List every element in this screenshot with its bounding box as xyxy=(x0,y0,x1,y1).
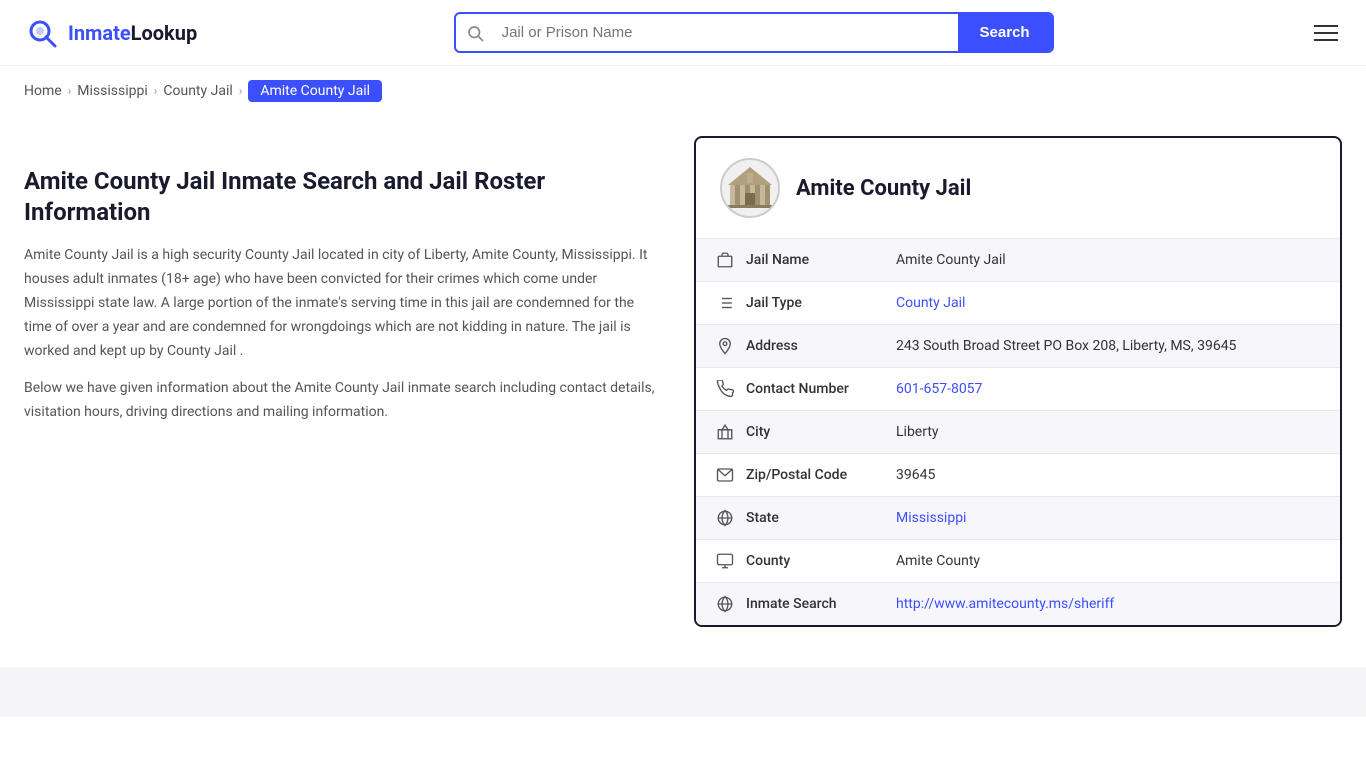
info-row-county: County Amite County xyxy=(696,540,1340,583)
phone-icon xyxy=(716,380,746,398)
address-label: Address xyxy=(746,338,896,354)
inmate-search-value: http://www.amitecounty.ms/sheriff xyxy=(896,596,1320,612)
inmate-search-label: Inmate Search xyxy=(746,596,896,612)
logo-link[interactable]: InmateLookup xyxy=(24,15,197,51)
jail-name-label: Jail Name xyxy=(746,252,896,268)
info-row-address: Address 243 South Broad Street PO Box 20… xyxy=(696,325,1340,368)
state-value: Mississippi xyxy=(896,510,1320,526)
jail-name-value: Amite County Jail xyxy=(896,252,1320,268)
jail-card-title: Amite County Jail xyxy=(796,176,971,201)
address-value: 243 South Broad Street PO Box 208, Liber… xyxy=(896,338,1320,354)
jail-type-value: County Jail xyxy=(896,295,1320,311)
logo-text: InmateLookup xyxy=(68,21,197,45)
info-row-jail-type: Jail Type County Jail xyxy=(696,282,1340,325)
contact-link[interactable]: 601-657-8057 xyxy=(896,381,982,397)
info-row-zip: Zip/Postal Code 39645 xyxy=(696,454,1340,497)
description-paragraph-1: Amite County Jail is a high security Cou… xyxy=(24,244,664,363)
breadcrumb-home[interactable]: Home xyxy=(24,83,62,99)
breadcrumb-active: Amite County Jail xyxy=(248,80,382,102)
info-row-inmate-search: Inmate Search http://www.amitecounty.ms/… xyxy=(696,583,1340,625)
search-icon-wrap xyxy=(456,24,494,42)
hamburger-line-3 xyxy=(1314,39,1338,41)
contact-value: 601-657-8057 xyxy=(896,381,1320,397)
breadcrumb-chevron-1: › xyxy=(68,84,72,98)
building-icon xyxy=(716,251,746,269)
info-row-jail-name: Jail Name Amite County Jail xyxy=(696,239,1340,282)
search-wrapper: Search xyxy=(454,12,1054,53)
contact-label: Contact Number xyxy=(746,381,896,397)
page-heading: Amite County Jail Inmate Search and Jail… xyxy=(24,166,664,228)
footer-bar xyxy=(0,667,1366,717)
county-icon xyxy=(716,552,746,570)
search-area: Search xyxy=(454,12,1054,53)
hamburger-line-2 xyxy=(1314,32,1338,34)
search-web-icon xyxy=(716,595,746,613)
zip-icon xyxy=(716,466,746,484)
search-button[interactable]: Search xyxy=(958,14,1052,51)
breadcrumb-county-jail[interactable]: County Jail xyxy=(163,83,232,99)
county-value: Amite County xyxy=(896,553,1320,569)
city-icon xyxy=(716,423,746,441)
jail-avatar xyxy=(720,158,780,218)
zip-label: Zip/Postal Code xyxy=(746,467,896,483)
hamburger-line-1 xyxy=(1314,25,1338,27)
hamburger-menu-button[interactable] xyxy=(1310,21,1342,45)
info-row-contact: Contact Number 601-657-8057 xyxy=(696,368,1340,411)
courthouse-icon xyxy=(725,163,775,213)
search-input[interactable] xyxy=(494,14,958,51)
city-value: Liberty xyxy=(896,424,1320,440)
jail-type-link[interactable]: County Jail xyxy=(896,295,965,311)
main-content: Amite County Jail Inmate Search and Jail… xyxy=(0,116,1366,667)
description-paragraph-2: Below we have given information about th… xyxy=(24,377,664,425)
breadcrumb-chevron-2: › xyxy=(154,84,158,98)
right-column: Amite County Jail Jail Name Amite County… xyxy=(694,136,1342,627)
jail-info-card: Amite County Jail Jail Name Amite County… xyxy=(694,136,1342,627)
globe-icon xyxy=(716,509,746,527)
city-label: City xyxy=(746,424,896,440)
state-link[interactable]: Mississippi xyxy=(896,510,966,526)
jail-card-header: Amite County Jail xyxy=(696,138,1340,239)
zip-value: 39645 xyxy=(896,467,1320,483)
location-icon xyxy=(716,337,746,355)
logo-icon xyxy=(24,15,60,51)
breadcrumb: Home › Mississippi › County Jail › Amite… xyxy=(0,66,1366,116)
state-label: State xyxy=(746,510,896,526)
info-row-city: City Liberty xyxy=(696,411,1340,454)
breadcrumb-chevron-3: › xyxy=(239,84,243,98)
search-icon xyxy=(466,24,484,42)
info-row-state: State Mississippi xyxy=(696,497,1340,540)
list-icon xyxy=(716,294,746,312)
inmate-search-link[interactable]: http://www.amitecounty.ms/sheriff xyxy=(896,596,1114,612)
left-column: Amite County Jail Inmate Search and Jail… xyxy=(24,136,664,627)
info-table: Jail Name Amite County Jail xyxy=(696,239,1340,625)
county-label: County xyxy=(746,553,896,569)
site-header: InmateLookup Search xyxy=(0,0,1366,66)
breadcrumb-mississippi[interactable]: Mississippi xyxy=(77,83,147,99)
jail-type-label: Jail Type xyxy=(746,295,896,311)
